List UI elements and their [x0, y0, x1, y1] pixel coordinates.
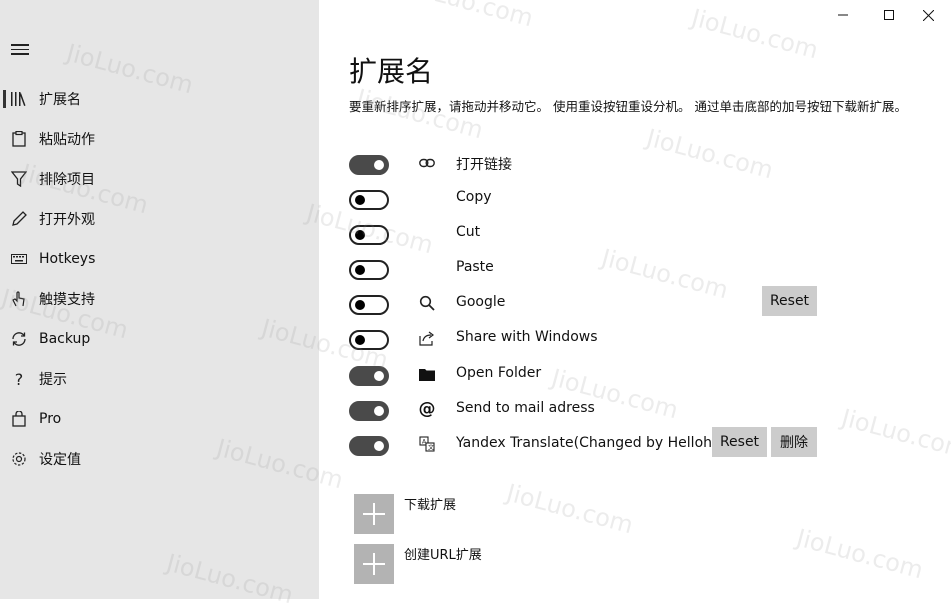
- extension-name: Copy: [456, 189, 492, 205]
- share-icon: [418, 329, 436, 347]
- filter-icon: [10, 170, 28, 188]
- watermark: JioLuo.com: [403, 0, 537, 33]
- sidebar-item-label: 触摸支持: [39, 292, 95, 308]
- download-extension-button[interactable]: 下载扩展: [354, 494, 654, 534]
- sidebar-item-extensions[interactable]: 扩展名: [0, 79, 319, 119]
- sidebar-item-backup[interactable]: Backup: [0, 319, 319, 359]
- sidebar-item-label: 粘贴动作: [39, 132, 95, 148]
- extension-name: Open Folder: [456, 365, 542, 381]
- shopping-bag-icon: [10, 410, 28, 428]
- extension-toggle[interactable]: [349, 366, 389, 386]
- question-icon: ?: [14, 369, 24, 389]
- keyboard-icon: [10, 250, 28, 268]
- page-title: 扩展名: [349, 55, 434, 88]
- extension-toggle[interactable]: [349, 330, 389, 350]
- plus-icon: [354, 544, 394, 584]
- sidebar-item-label: 扩展名: [39, 92, 81, 108]
- extension-row[interactable]: @ Send to mail adress: [349, 394, 829, 424]
- svg-text:文: 文: [428, 444, 434, 452]
- extension-toggle[interactable]: [349, 295, 389, 315]
- translate-icon: A文: [418, 435, 436, 453]
- at-icon: @: [418, 399, 436, 419]
- extension-row[interactable]: Cut: [349, 218, 829, 248]
- sidebar-item-touch-support[interactable]: 触摸支持: [0, 279, 319, 319]
- sidebar-item-hotkeys[interactable]: Hotkeys: [0, 239, 319, 279]
- extension-name: 打开链接: [456, 157, 512, 173]
- pen-icon: [10, 210, 28, 228]
- extension-row[interactable]: Google Reset: [349, 286, 829, 318]
- sidebar-item-appearance[interactable]: 打开外观: [0, 199, 319, 239]
- minimize-button[interactable]: [820, 0, 866, 30]
- close-button[interactable]: [905, 0, 951, 30]
- sidebar-item-label: Backup: [39, 331, 91, 347]
- sidebar-item-label: Hotkeys: [39, 251, 96, 267]
- reset-button[interactable]: Reset: [712, 427, 767, 457]
- sync-icon: [10, 330, 28, 348]
- sidebar-item-label: 打开外观: [39, 212, 95, 228]
- sidebar-item-settings[interactable]: 设定值: [0, 439, 319, 479]
- sidebar-item-exclusions[interactable]: 排除项目: [0, 159, 319, 199]
- extension-toggle[interactable]: [349, 190, 389, 210]
- extension-name: Share with Windows: [456, 329, 598, 345]
- folder-icon: [418, 365, 436, 383]
- extension-row[interactable]: Open Folder: [349, 359, 829, 389]
- extension-name: Cut: [456, 224, 481, 240]
- watermark: JioLuo.com: [838, 403, 951, 465]
- sidebar: 扩展名 粘贴动作 排除项目 打开外观 Hotkeys 触摸支持 Backup ?…: [0, 0, 319, 599]
- sidebar-item-label: 设定值: [39, 452, 81, 468]
- download-extension-label: 下载扩展: [404, 498, 457, 513]
- extension-toggle[interactable]: [349, 260, 389, 280]
- extension-name: Yandex Translate(Changed by Helloha: [456, 435, 711, 451]
- create-url-extension-button[interactable]: 创建URL扩展: [354, 544, 654, 584]
- library-icon: [10, 90, 28, 108]
- watermark: JioLuo.com: [793, 523, 927, 585]
- hamburger-menu-icon[interactable]: [11, 44, 29, 58]
- sidebar-item-tips[interactable]: ? 提示: [0, 359, 319, 399]
- link-icon: [418, 154, 436, 172]
- sidebar-item-label: 排除项目: [39, 172, 95, 188]
- extension-toggle[interactable]: [349, 436, 389, 456]
- sidebar-item-pro[interactable]: Pro: [0, 399, 319, 439]
- extension-row[interactable]: Share with Windows: [349, 323, 829, 353]
- extension-toggle[interactable]: [349, 155, 389, 175]
- sidebar-item-label: Pro: [39, 411, 62, 427]
- extension-row[interactable]: 打开链接: [349, 148, 829, 178]
- extension-row[interactable]: A文 Yandex Translate(Changed by Helloha R…: [349, 427, 829, 459]
- selection-indicator: [3, 90, 6, 108]
- watermark: JioLuo.com: [688, 3, 822, 65]
- touch-icon: [10, 290, 28, 308]
- create-url-extension-label: 创建URL扩展: [404, 548, 482, 563]
- sidebar-item-paste-actions[interactable]: 粘贴动作: [0, 119, 319, 159]
- delete-button[interactable]: 删除: [771, 427, 817, 457]
- page-description: 要重新排序扩展，请拖动并移动它。 使用重设按钮重设分机。 通过单击底部的加号按钮…: [349, 99, 907, 114]
- extension-name: Send to mail adress: [456, 400, 595, 416]
- clipboard-icon: [10, 130, 28, 148]
- extension-toggle[interactable]: [349, 401, 389, 421]
- search-icon: [418, 294, 436, 312]
- plus-icon: [354, 494, 394, 534]
- extension-name: Google: [456, 294, 506, 310]
- extension-row[interactable]: Copy: [349, 183, 829, 213]
- gear-icon: [10, 450, 28, 468]
- extension-row[interactable]: Paste: [349, 253, 829, 283]
- extension-name: Paste: [456, 259, 494, 275]
- reset-button[interactable]: Reset: [762, 286, 817, 316]
- sidebar-item-label: 提示: [39, 372, 67, 388]
- extension-toggle[interactable]: [349, 225, 389, 245]
